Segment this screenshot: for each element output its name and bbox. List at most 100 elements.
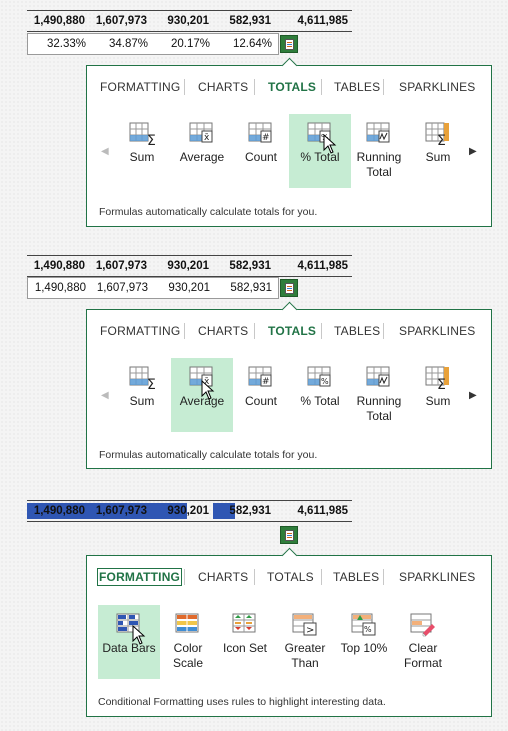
panel-pointer	[281, 547, 298, 564]
scroll-left-icon[interactable]: ◀	[101, 390, 109, 401]
tab-divider	[321, 569, 322, 585]
cell[interactable]: 1,607,973	[90, 278, 152, 298]
tool-label: Clear Format	[403, 641, 442, 670]
quick-analysis-icon	[285, 39, 294, 50]
percent-total-icon: %	[307, 364, 333, 390]
percent-total-icon: %	[307, 120, 333, 146]
tool-label: Count	[244, 150, 278, 164]
quick-analysis-button[interactable]	[280, 279, 298, 297]
tool-count[interactable]: # Count	[230, 114, 292, 188]
top-10-icon: %	[351, 611, 377, 637]
tool-greater-than[interactable]: > Greater Than	[274, 605, 336, 679]
tab-charts[interactable]: CHARTS	[198, 80, 248, 94]
totals-row: 1,490,880 1,607,973 930,201 582,931 4,61…	[27, 10, 352, 32]
quick-analysis-icon	[285, 530, 294, 541]
tool-count[interactable]: # Count	[230, 358, 292, 432]
data-bars-icon	[116, 611, 142, 637]
tool-label: % Total	[300, 394, 340, 408]
tool-label: Running Total	[356, 394, 402, 423]
tool-color-scale[interactable]: Color Scale	[157, 605, 219, 679]
svg-text:Σ: Σ	[147, 133, 155, 146]
scroll-left-icon[interactable]: ◀	[101, 146, 109, 157]
tab-tables[interactable]: TABLES	[334, 80, 380, 94]
tool-label: Top 10%	[340, 641, 388, 655]
tool-clear-format[interactable]: Clear Format	[392, 605, 454, 679]
cell[interactable]: 930,201	[151, 11, 213, 31]
tool-average[interactable]: x̄ Average	[171, 358, 233, 432]
tool-running-total[interactable]: Running Total	[348, 114, 410, 188]
tool-sum-column[interactable]: Σ Sum	[407, 114, 469, 188]
cell[interactable]: 4,611,985	[275, 256, 352, 276]
tab-tables[interactable]: TABLES	[334, 324, 380, 338]
cell[interactable]: 4,611,985	[275, 501, 352, 521]
tool-sum-column[interactable]: Σ Sum	[407, 358, 469, 432]
sum-icon: Σ	[129, 364, 156, 393]
tool-label: Color Scale	[172, 641, 204, 670]
cell[interactable]: 1,490,880	[27, 11, 89, 31]
tab-charts[interactable]: CHARTS	[198, 570, 248, 584]
cell[interactable]: 1,490,880	[27, 256, 89, 276]
tool-running-total[interactable]: Running Total	[348, 358, 410, 432]
tab-formatting[interactable]: FORMATTING	[96, 568, 183, 586]
cell[interactable]: 12.64%	[214, 34, 276, 54]
tool-data-bars[interactable]: Data Bars	[98, 605, 160, 679]
tool-label: Sum	[425, 394, 451, 408]
cell[interactable]: 4,611,985	[275, 11, 352, 31]
tool-label: % Total	[300, 150, 340, 164]
quick-analysis-panel: FORMATTING CHARTS TOTALS TABLES SPARKLIN…	[86, 547, 492, 717]
tool-sum[interactable]: Σ Sum	[111, 358, 173, 432]
tool-label: Data Bars	[102, 641, 156, 655]
tab-totals[interactable]: TOTALS	[268, 80, 316, 94]
tab-totals[interactable]: TOTALS	[267, 570, 314, 584]
cell[interactable]: 930,201	[151, 501, 213, 521]
cell[interactable]: 1,490,880	[27, 501, 89, 521]
quick-analysis-button[interactable]	[280, 526, 298, 544]
cell[interactable]: 1,607,973	[89, 501, 151, 521]
svg-text:Σ: Σ	[437, 133, 446, 146]
svg-text:#: #	[262, 377, 270, 387]
cell[interactable]: 1,607,973	[89, 11, 151, 31]
scroll-right-icon[interactable]: ▶	[469, 146, 477, 157]
tab-tables[interactable]: TABLES	[333, 570, 379, 584]
tool-average[interactable]: x̄ Average	[171, 114, 233, 188]
cell[interactable]: 582,931	[214, 278, 276, 298]
count-icon: #	[248, 120, 274, 146]
cell[interactable]: 1,607,973	[89, 256, 151, 276]
cell[interactable]: 20.17%	[152, 34, 214, 54]
tab-formatting[interactable]: FORMATTING	[100, 80, 180, 94]
tab-divider	[383, 569, 384, 585]
tab-sparklines[interactable]: SPARKLINES	[399, 324, 475, 338]
sum-column-icon: Σ	[425, 120, 451, 149]
tab-sparklines[interactable]: SPARKLINES	[399, 80, 475, 94]
tool-percent-total[interactable]: % % Total	[289, 358, 351, 432]
tab-divider	[254, 569, 255, 585]
tab-formatting[interactable]: FORMATTING	[100, 324, 180, 338]
tool-sum[interactable]: Σ Sum	[111, 114, 173, 188]
cell[interactable]: 1,490,880	[28, 278, 90, 298]
quick-analysis-button[interactable]	[280, 35, 298, 53]
panel-pointer	[281, 57, 298, 74]
cell[interactable]: 32.33%	[28, 34, 90, 54]
selected-range[interactable]: 1,490,880 1,607,973 930,201 582,931	[27, 277, 279, 299]
tab-divider	[383, 323, 384, 339]
cell[interactable]: 930,201	[151, 256, 213, 276]
cell[interactable]: 582,931	[213, 11, 275, 31]
tab-sparklines[interactable]: SPARKLINES	[399, 570, 475, 584]
cell[interactable]: 582,931	[213, 501, 275, 521]
tool-label: Running Total	[356, 150, 402, 179]
tab-charts[interactable]: CHARTS	[198, 324, 248, 338]
tab-totals[interactable]: TOTALS	[268, 324, 316, 338]
tool-percent-total[interactable]: % % Total	[289, 114, 351, 188]
cell[interactable]: 34.87%	[90, 34, 152, 54]
scroll-right-icon[interactable]: ▶	[469, 390, 477, 401]
panel-pointer	[281, 301, 298, 318]
quick-analysis-panel: FORMATTING CHARTS TOTALS TABLES SPARKLIN…	[86, 57, 492, 227]
count-icon: #	[248, 364, 274, 390]
svg-text:Σ: Σ	[147, 377, 155, 390]
cell[interactable]: 930,201	[152, 278, 214, 298]
tool-icon-set[interactable]: Icon Set	[214, 605, 276, 679]
running-total-icon	[366, 364, 392, 390]
tool-top-10[interactable]: % Top 10%	[333, 605, 395, 679]
selected-range[interactable]: 32.33% 34.87% 20.17% 12.64%	[27, 33, 279, 55]
cell[interactable]: 582,931	[213, 256, 275, 276]
